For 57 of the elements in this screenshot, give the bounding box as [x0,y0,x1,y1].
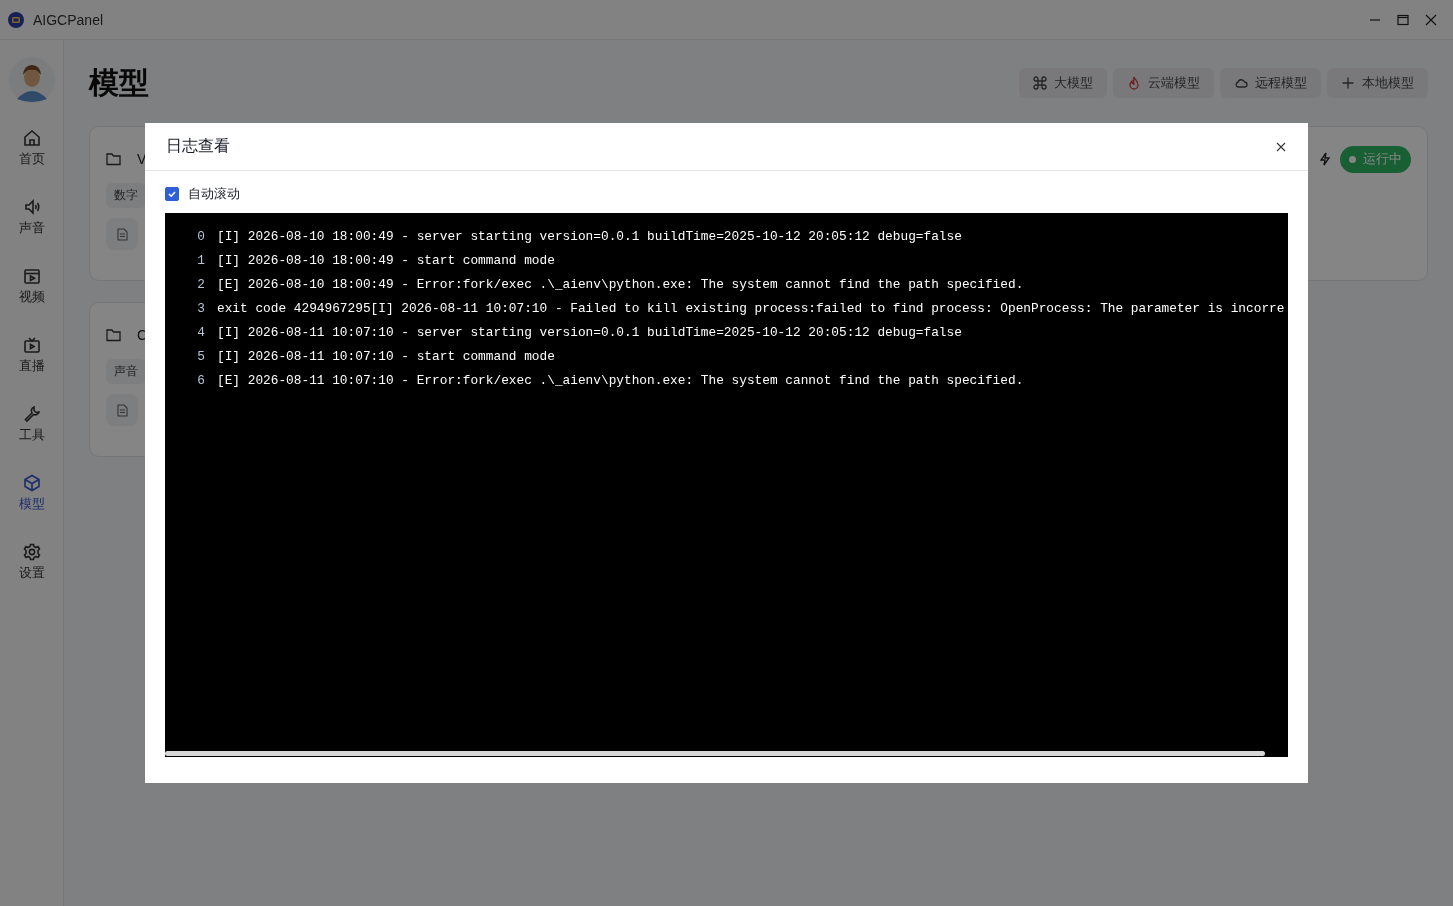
model-icon [22,474,41,492]
document-icon [116,227,128,241]
maximize-icon[interactable] [1397,13,1409,26]
nav-item[interactable]: 声音 [18,198,45,267]
nav-item[interactable]: 首页 [18,129,45,198]
log-line: [I] 2026-08-11 10:07:10 - server starting version=0.0.1 buildTime=2025-10-12 20:05:12 debug=false [217,324,962,340]
settings-icon [22,543,41,561]
horizontal-scrollbar[interactable] [165,751,1265,756]
document-button[interactable] [106,218,138,250]
log-line: [I] 2026-08-10 18:00:49 - start command mode [217,252,555,268]
lightning-icon [1318,152,1332,166]
folder-icon [106,152,121,166]
live-icon [22,336,41,354]
nav-item[interactable]: 视频 [18,267,45,336]
line-number: 1 [196,252,206,268]
toolbar-button[interactable]: 大模型 [1019,68,1107,98]
line-number: 2 [196,276,206,292]
command-key-icon [1033,76,1047,90]
toolbar-button[interactable]: 云端模型 [1113,68,1214,98]
document-icon [116,403,128,417]
nav-item[interactable]: 模型 [18,474,45,543]
line-number: 5 [196,348,206,364]
document-button[interactable] [106,394,138,426]
sound-icon [22,198,41,216]
line-number: 3 [196,300,206,316]
line-number: 6 [196,372,206,388]
toolbar-button[interactable]: 本地模型 [1327,68,1428,98]
avatar-icon[interactable] [8,57,55,103]
fire-icon [1127,76,1141,90]
model-tag: 声音 [106,359,146,384]
line-number: 0 [196,228,206,244]
cloud-icon [1234,76,1248,90]
dialog-title: 日志查看 [166,136,230,156]
nav-item[interactable]: 设置 [18,543,45,612]
toolbar-button[interactable]: 远程模型 [1220,68,1321,98]
log-line: [I] 2026-08-11 10:07:10 - start command mode [217,348,555,364]
page-title: 模型 [89,64,149,101]
checkmark-icon [167,189,177,199]
auto-scroll-checkbox[interactable]: 自动滚动 [165,185,240,203]
log-line: [E] 2026-08-11 10:07:10 - Error:fork/exec .\_aienv\python.exe: The system cannot find the path specified. [217,372,1024,388]
line-number: 4 [196,324,206,340]
plus-icon [1341,76,1355,90]
video-icon [22,267,41,285]
status-badge: 运行中 [1340,145,1411,173]
checkbox[interactable] [165,187,179,201]
home-icon [22,129,41,147]
log-line: exit code 4294967295[I] 2026-08-11 10:07:10 - Failed to kill existing process:failed to find process: OpenProcess: The parameter is incorre [217,300,1285,316]
close-icon[interactable] [1276,141,1286,152]
log-line: [I] 2026-08-10 18:00:49 - server starting version=0.0.1 buildTime=2025-10-12 20:05:12 debug=false [217,228,962,244]
app-title: AIGCPanel [33,11,104,28]
log-line: [E] 2026-08-10 18:00:49 - Error:fork/exec .\_aienv\python.exe: The system cannot find the path specified. [217,276,1024,292]
folder-icon [106,328,121,342]
nav-item[interactable]: 工具 [18,405,45,474]
app-logo-icon [8,11,24,28]
model-tag: 数字 [106,183,146,208]
tool-icon [22,405,41,423]
nav-item[interactable]: 直播 [18,336,45,405]
